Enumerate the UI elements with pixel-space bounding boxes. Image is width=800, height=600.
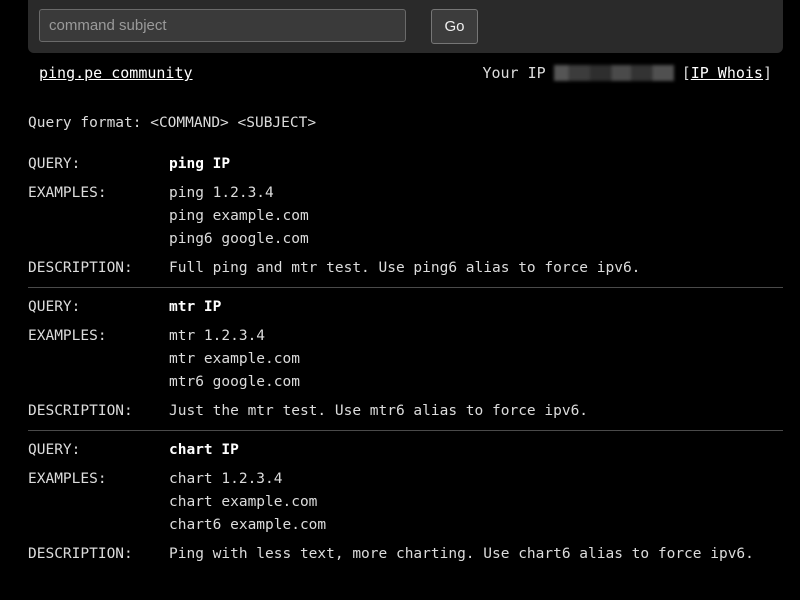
example-item: chart example.com — [169, 494, 318, 510]
redacted-ip-value — [553, 65, 674, 81]
example-item: chart 1.2.3.4 — [169, 471, 283, 487]
examples-label: EXAMPLES: — [28, 328, 107, 344]
description-value: Just the mtr test. Use mtr6 alias to for… — [169, 403, 589, 419]
query-value: chart IP — [169, 442, 239, 458]
example-item: chart6 example.com — [169, 517, 327, 533]
whois-bracket-close: ] — [762, 64, 772, 82]
description-value: Ping with less text, more charting. Use … — [169, 546, 754, 562]
query-label: QUERY: — [28, 156, 81, 172]
help-content: Query format: <COMMAND> <SUBJECT> QUERY:… — [28, 112, 783, 581]
description-label: DESCRIPTION: — [28, 260, 133, 276]
command-entry-mtr: QUERY: mtr IP EXAMPLES: mtr 1.2.3.4 mtr … — [28, 296, 783, 431]
command-subject-input[interactable] — [39, 9, 406, 42]
example-item: ping example.com — [169, 208, 309, 224]
examples-label: EXAMPLES: — [28, 185, 107, 201]
query-value: mtr IP — [169, 299, 222, 315]
query-value: ping IP — [169, 156, 231, 172]
command-bar: Go — [28, 0, 783, 53]
description-value: Full ping and mtr test. Use ping6 alias … — [169, 260, 641, 276]
description-label: DESCRIPTION: — [28, 403, 133, 419]
your-ip-label: Your IP — [482, 64, 546, 82]
description-label: DESCRIPTION: — [28, 546, 133, 562]
query-format-line: Query format: <COMMAND> <SUBJECT> — [28, 115, 317, 131]
ip-whois-link[interactable]: IP Whois — [691, 64, 763, 82]
query-label: QUERY: — [28, 442, 81, 458]
example-item: ping6 google.com — [169, 231, 309, 247]
command-entry-chart: QUERY: chart IP EXAMPLES: chart 1.2.3.4 … — [28, 439, 783, 573]
ip-area: Your IP [ IP Whois ] — [482, 64, 772, 82]
query-label: QUERY: — [28, 299, 81, 315]
go-button[interactable]: Go — [431, 9, 478, 44]
example-item: mtr 1.2.3.4 — [169, 328, 266, 344]
command-entry-ping: QUERY: ping IP EXAMPLES: ping 1.2.3.4 pi… — [28, 153, 783, 288]
examples-list: chart 1.2.3.4 chart example.com chart6 e… — [169, 468, 326, 537]
example-item: mtr6 google.com — [169, 374, 300, 390]
whois-bracket-open: [ — [681, 64, 691, 82]
examples-list: ping 1.2.3.4 ping example.com ping6 goog… — [169, 182, 309, 251]
examples-label: EXAMPLES: — [28, 471, 107, 487]
info-bar: ping.pe community Your IP [ IP Whois ] — [28, 64, 772, 86]
community-link[interactable]: ping.pe community — [39, 64, 193, 82]
example-item: ping 1.2.3.4 — [169, 185, 274, 201]
examples-list: mtr 1.2.3.4 mtr example.com mtr6 google.… — [169, 325, 300, 394]
example-item: mtr example.com — [169, 351, 300, 367]
